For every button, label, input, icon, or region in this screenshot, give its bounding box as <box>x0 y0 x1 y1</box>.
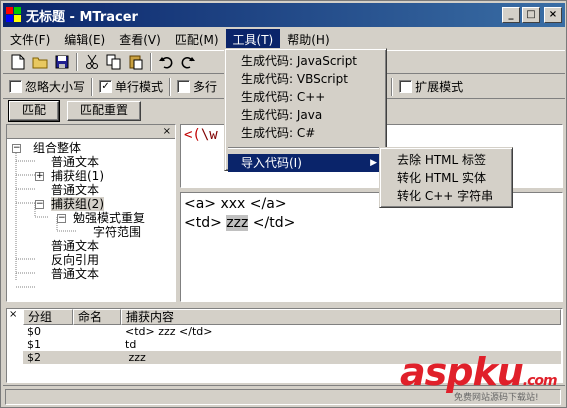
menu-bar: 文件(F) 编辑(E) 查看(V) 匹配(M) 工具(T) 帮助(H) <box>3 28 565 50</box>
window-title: 无标题 - MTracer <box>26 9 138 25</box>
menu-file[interactable]: 文件(F) <box>3 29 57 50</box>
menu-item-gen-csharp[interactable]: 生成代码: C# <box>228 124 383 142</box>
menu-view[interactable]: 查看(V) <box>112 29 168 50</box>
column-header-group[interactable]: 分组 <box>23 309 73 325</box>
reset-match-button[interactable]: 匹配重置 <box>67 101 142 121</box>
menu-item-cpp-string[interactable]: 转化 C++ 字符串 <box>383 187 509 205</box>
column-header-name[interactable]: 命名 <box>73 309 121 325</box>
minimize-button[interactable]: _ <box>502 7 520 23</box>
toolbar-separator <box>76 53 78 71</box>
tree-node[interactable]: 字符范围 <box>11 225 175 239</box>
table-header: 分组 命名 捕获内容 <box>23 309 561 325</box>
table-row[interactable]: $2 zzz <box>23 351 561 364</box>
options-separator <box>91 77 94 96</box>
tree-node-root[interactable]: − 组合整体 <box>11 141 175 155</box>
menu-item-gen-javascript[interactable]: 生成代码: JavaScript <box>228 52 383 70</box>
menu-match[interactable]: 匹配(M) <box>168 29 226 50</box>
collapse-icon[interactable]: − <box>12 144 21 153</box>
tree-node[interactable]: 普通文本 <box>11 183 175 197</box>
option-single-line[interactable]: ✓ 单行模式 <box>99 78 163 95</box>
tree-panel-header: × <box>7 125 175 139</box>
options-separator <box>169 77 172 96</box>
tree-node[interactable]: 普通文本 <box>11 155 175 169</box>
copy-icon[interactable] <box>103 52 125 72</box>
redo-icon[interactable] <box>177 52 199 72</box>
menu-edit[interactable]: 编辑(E) <box>57 29 112 50</box>
menu-item-html-entities[interactable]: 转化 HTML 实体 <box>383 169 509 187</box>
regex-tree-panel: × − 组合整体 普通文本 + 捕获组(1) 普通文本 − 捕获组(2) − 勉… <box>6 124 176 302</box>
menu-help[interactable]: 帮助(H) <box>280 29 336 50</box>
submenu-arrow-icon: ▶ <box>370 158 377 168</box>
undo-icon[interactable] <box>155 52 177 72</box>
text-line: <td> zzz </td> <box>184 215 296 231</box>
menu-item-strip-html[interactable]: 去除 HTML 标签 <box>383 151 509 169</box>
ignore-case-checkbox[interactable] <box>9 80 22 93</box>
menu-item-gen-vbscript[interactable]: 生成代码: VBScript <box>228 70 383 88</box>
tree-node[interactable]: 普通文本 <box>11 267 175 281</box>
status-cell <box>5 389 561 405</box>
new-file-icon[interactable] <box>7 52 29 72</box>
menu-tools[interactable]: 工具(T) <box>225 28 281 50</box>
collapse-icon[interactable]: − <box>35 200 44 209</box>
menu-item-import-code[interactable]: 导入代码(I) ▶ <box>228 154 383 172</box>
tree-close-icon[interactable]: × <box>163 126 171 137</box>
expand-icon[interactable]: + <box>35 172 44 181</box>
tree-node-group1[interactable]: + 捕获组(1) <box>11 169 175 183</box>
regex-tree: − 组合整体 普通文本 + 捕获组(1) 普通文本 − 捕获组(2) − 勉强模… <box>7 139 175 288</box>
match-button[interactable]: 匹配 <box>7 100 61 122</box>
result-panel: × 分组 命名 捕获内容 $0 <td> zzz </td> $1 td $2 … <box>6 308 563 383</box>
match-highlight: zzz <box>226 215 249 231</box>
tree-node[interactable]: 反向引用 <box>11 253 175 267</box>
tree-node-lazy-repeat[interactable]: − 勉强模式重复 <box>11 211 175 225</box>
menu-item-gen-java[interactable]: 生成代码: Java <box>228 106 383 124</box>
toolbar-separator <box>150 53 152 71</box>
option-extended[interactable]: 扩展模式 <box>399 78 463 95</box>
tree-node[interactable]: 普通文本 <box>11 239 175 253</box>
import-code-submenu: 去除 HTML 标签 转化 HTML 实体 转化 C++ 字符串 <box>379 147 513 208</box>
maximize-button[interactable]: □ <box>522 7 540 23</box>
table-row[interactable]: $1 td <box>23 338 561 351</box>
paste-icon[interactable] <box>125 52 147 72</box>
close-button[interactable]: × <box>544 7 562 23</box>
table-row[interactable]: $0 <td> zzz </td> <box>23 325 561 338</box>
multi-line-checkbox[interactable] <box>177 80 191 93</box>
option-ignore-case[interactable]: 忽略大小写 <box>9 78 85 95</box>
save-icon[interactable] <box>51 52 73 72</box>
single-line-checkbox[interactable]: ✓ <box>99 80 113 93</box>
text-editor[interactable]: <a> xxx </a> <td> zzz </td> <box>180 192 563 302</box>
menu-item-gen-cpp[interactable]: 生成代码: C++ <box>228 88 383 106</box>
column-header-content[interactable]: 捕获内容 <box>121 309 561 325</box>
menu-separator <box>228 147 383 149</box>
tools-menu: 生成代码: JavaScript 生成代码: VBScript 生成代码: C+… <box>224 48 387 172</box>
extended-checkbox[interactable] <box>399 80 413 93</box>
option-multi-line[interactable]: 多行 <box>177 78 217 95</box>
app-icon <box>6 7 22 23</box>
open-folder-icon[interactable] <box>29 52 51 72</box>
tree-node-group2[interactable]: − 捕获组(2) <box>11 197 175 211</box>
cut-icon[interactable] <box>81 52 103 72</box>
result-close-icon[interactable]: × <box>9 309 17 320</box>
result-table: 分组 命名 捕获内容 $0 <td> zzz </td> $1 td $2 zz… <box>23 309 561 364</box>
title-bar: 无标题 - MTracer _ □ × <box>3 3 565 27</box>
options-separator <box>391 77 394 96</box>
collapse-icon[interactable]: − <box>57 214 66 223</box>
status-bar <box>3 385 565 405</box>
